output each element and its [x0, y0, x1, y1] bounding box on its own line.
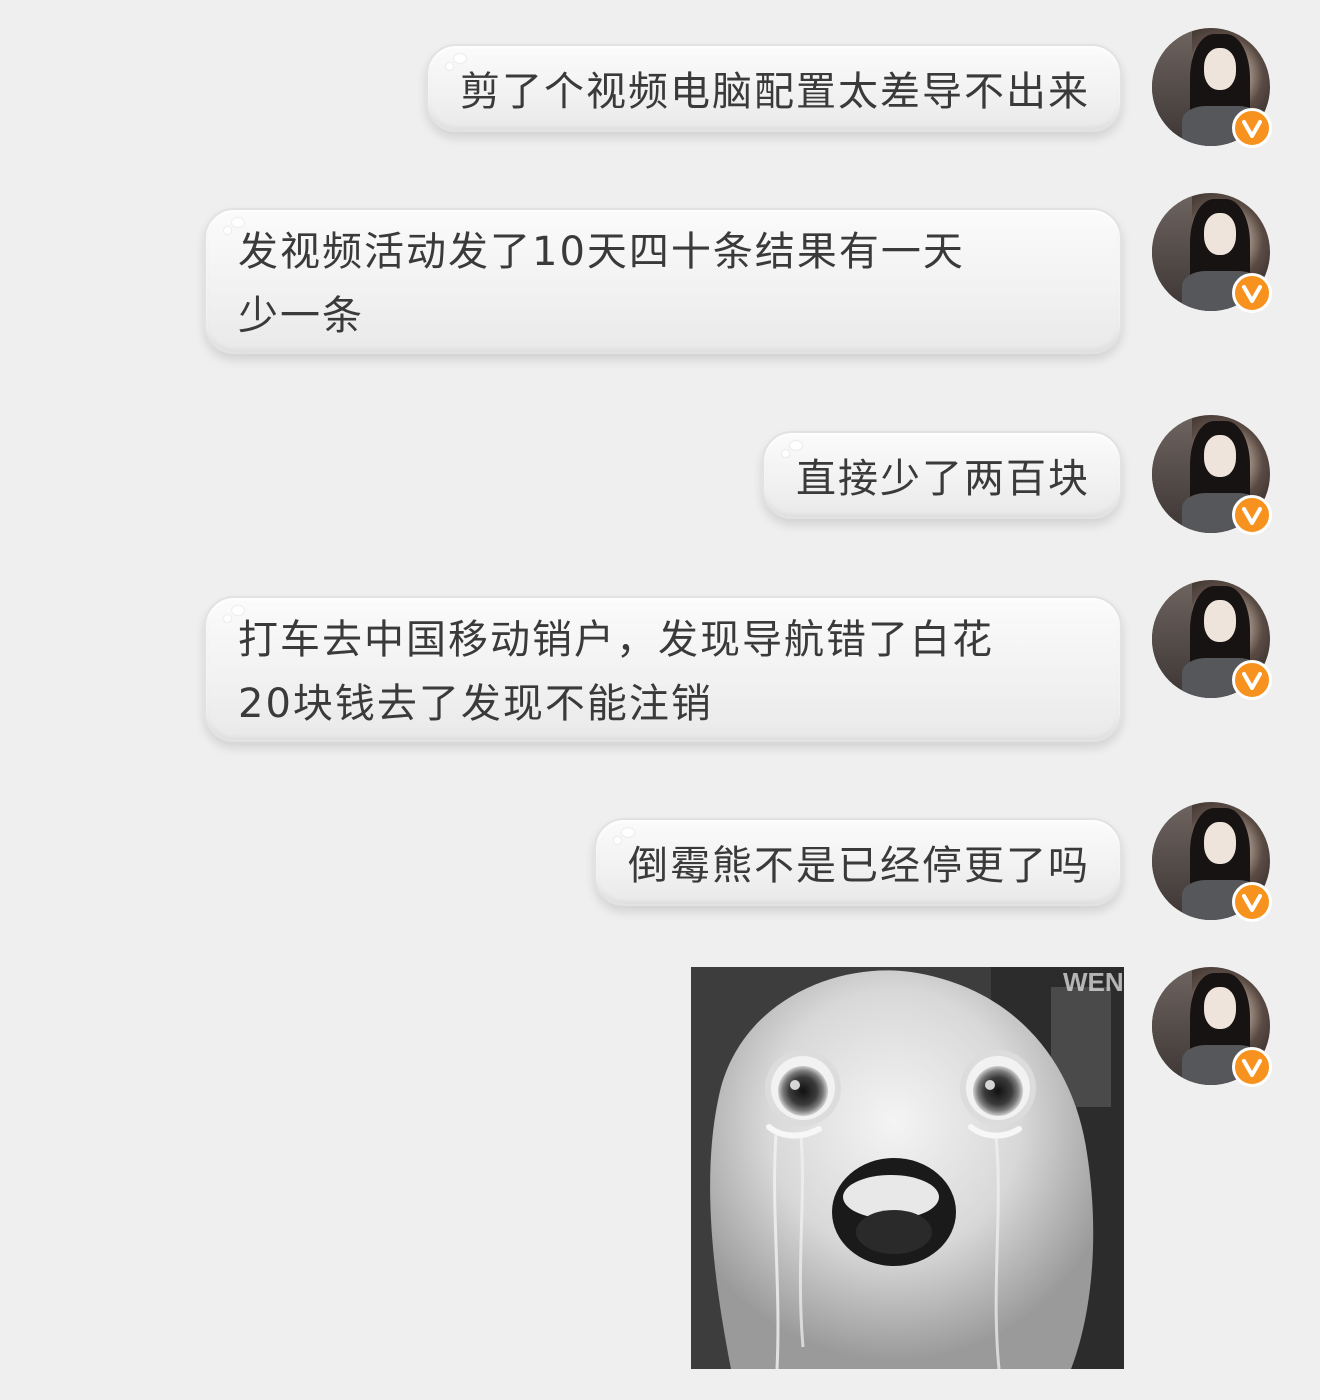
verified-v-icon: [1232, 273, 1272, 313]
message-text-line: 20块钱去了发现不能注销: [238, 681, 713, 727]
message-bubble[interactable]: 打车去中国移动销户，发现导航错了白花 20块钱去了发现不能注销: [204, 596, 1122, 742]
sticker-image[interactable]: WEN: [691, 967, 1124, 1369]
message-text: 倒霉熊不是已经停更了吗: [628, 843, 1090, 889]
avatar[interactable]: [1152, 580, 1272, 700]
verified-v-icon: [1232, 1047, 1272, 1087]
verified-v-icon: [1232, 660, 1272, 700]
message-row: 打车去中国移动销户，发现导航错了白花 20块钱去了发现不能注销: [0, 596, 1320, 746]
bubble-shine-decoration: [224, 606, 250, 624]
bubble-shine-decoration: [782, 441, 808, 459]
avatar[interactable]: [1152, 415, 1272, 535]
avatar[interactable]: [1152, 193, 1272, 313]
verified-v-icon: [1232, 882, 1272, 922]
bubble-shine-decoration: [446, 54, 472, 72]
message-text: 剪了个视频电脑配置太差导不出来: [460, 69, 1090, 115]
message-text: 直接少了两百块: [796, 456, 1090, 502]
crying-marshmallow-sticker: WEN: [691, 967, 1124, 1369]
sticker-watermark: WEN: [1063, 967, 1124, 997]
bubble-shine-decoration: [224, 218, 250, 236]
message-bubble[interactable]: 剪了个视频电脑配置太差导不出来: [426, 44, 1122, 132]
bubble-shine-decoration: [614, 828, 640, 846]
message-bubble[interactable]: 发视频活动发了10天四十条结果有一天 少一条: [204, 208, 1122, 354]
avatar[interactable]: [1152, 802, 1272, 922]
message-text-line: 打车去中国移动销户，发现导航错了白花: [238, 617, 994, 663]
message-bubble[interactable]: 倒霉熊不是已经停更了吗: [594, 818, 1122, 906]
message-text-line: 发视频活动发了10天四十条结果有一天: [238, 229, 965, 275]
avatar[interactable]: [1152, 967, 1272, 1087]
message-row: 倒霉熊不是已经停更了吗: [0, 818, 1320, 910]
message-text-line: 少一条: [238, 293, 364, 339]
message-bubble[interactable]: 直接少了两百块: [762, 431, 1122, 519]
message-row: 剪了个视频电脑配置太差导不出来: [0, 44, 1320, 136]
message-row: 发视频活动发了10天四十条结果有一天 少一条: [0, 208, 1320, 358]
verified-v-icon: [1232, 495, 1272, 535]
avatar[interactable]: [1152, 28, 1272, 148]
verified-v-icon: [1232, 108, 1272, 148]
message-row: 直接少了两百块: [0, 431, 1320, 523]
